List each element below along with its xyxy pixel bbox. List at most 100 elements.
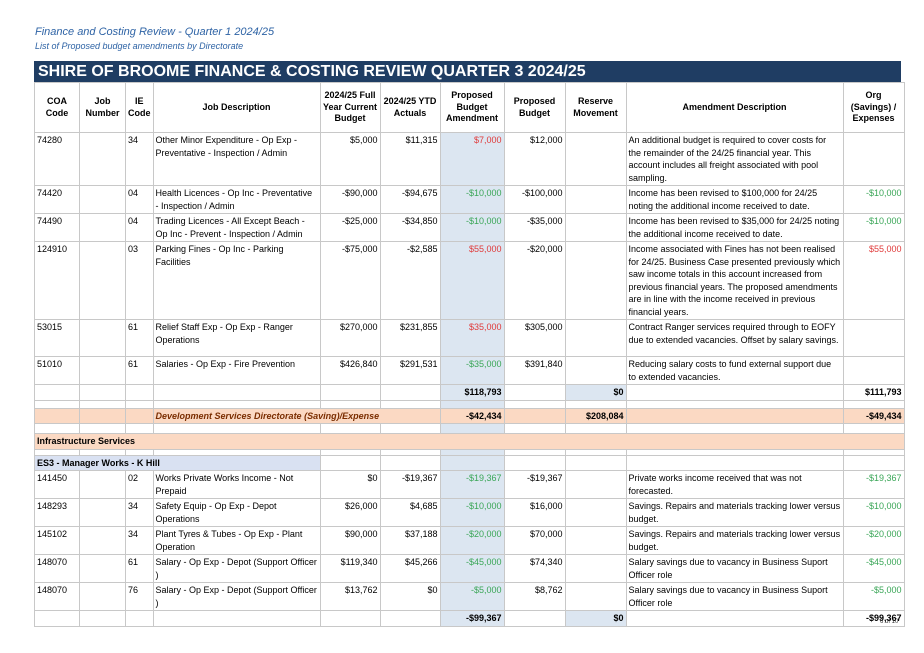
reserve-movement-cell <box>564 498 627 527</box>
col-org-savings: Org (Savings) / Expenses <box>842 82 905 133</box>
reserve-movement-cell <box>564 356 627 385</box>
empty-cell <box>842 423 905 434</box>
col-proposed-amendment: Proposed Budget Amendment <box>439 82 505 133</box>
proposed-budget-cell: -$19,367 <box>503 470 566 499</box>
ytd-actuals-cell: $291,531 <box>379 356 441 385</box>
section-header-row: Infrastructure Services <box>34 433 905 450</box>
org-savings-cell: -$45,000 <box>842 554 905 583</box>
full-year-budget-cell: $26,000 <box>319 498 381 527</box>
reserve-movement-cell <box>564 554 627 583</box>
empty-cell <box>125 399 154 409</box>
ie-code-cell: 04 <box>125 185 154 214</box>
job-description-cell: Trading Licences - All Except Beach - Op… <box>152 213 321 242</box>
ie-code-cell: 02 <box>125 470 154 499</box>
ie-code-cell: 76 <box>125 582 154 611</box>
empty-cell <box>152 384 321 401</box>
summary-org-savings: -$49,434 <box>842 407 905 424</box>
subsection-header-row: ES3 - Manager Works - K Hill <box>34 454 905 471</box>
job-description-cell: Parking Fines - Op Inc - Parking Facilit… <box>152 241 321 320</box>
empty-cell <box>439 454 505 471</box>
empty-cell <box>842 454 905 471</box>
proposed-budget-cell: $74,340 <box>503 554 566 583</box>
reserve-movement-cell <box>564 319 627 357</box>
amendment-description-cell: Savings. Repairs and materials tracking … <box>625 498 844 527</box>
proposed-amendment-cell: $7,000 <box>439 132 505 186</box>
budget-table: COA Code Job Number IE Code Job Descript… <box>34 82 905 627</box>
ytd-actuals-cell: $37,188 <box>379 526 441 555</box>
proposed-amendment-cell: -$10,000 <box>439 213 505 242</box>
section-title: Infrastructure Services <box>34 433 905 450</box>
coa-code-cell: 148070 <box>34 554 80 583</box>
job-description-cell: Salary - Op Exp - Depot (Support Officer… <box>152 554 321 583</box>
coa-code-cell: 124910 <box>34 241 80 320</box>
job-description-cell: Salaries - Op Exp - Fire Prevention <box>152 356 321 385</box>
job-number-cell <box>79 185 126 214</box>
table-row: 145102 34 Plant Tyres & Tubes - Op Exp - P… <box>34 526 905 555</box>
document-subtitle: List of Proposed budget amendments by Di… <box>35 41 244 51</box>
ie-code-cell: 34 <box>125 132 154 186</box>
full-year-budget-cell: $5,000 <box>319 132 381 186</box>
empty-cell <box>564 454 627 471</box>
job-description-cell: Safety Equip - Op Exp - Depot Operations <box>152 498 321 527</box>
amendment-description-cell: Salary savings due to vacancy in Busines… <box>625 554 844 583</box>
empty-cell <box>125 384 154 401</box>
empty-cell <box>79 399 126 409</box>
empty-cell <box>503 454 566 471</box>
job-number-cell <box>79 470 126 499</box>
proposed-budget-cell: $391,840 <box>503 356 566 385</box>
org-savings-cell: -$20,000 <box>842 526 905 555</box>
empty-cell <box>319 384 381 401</box>
coa-code-cell: 74280 <box>34 132 80 186</box>
empty-cell <box>34 423 80 434</box>
summary-cell <box>625 407 844 424</box>
table-row: 148293 34 Safety Equip - Op Exp - Depot Op… <box>34 498 905 527</box>
table-row: 51010 61 Salaries - Op Exp - Fire Preventi… <box>34 356 905 385</box>
reserve-movement-cell <box>564 470 627 499</box>
report-banner: SHIRE OF BROOME FINANCE & COSTING REVIEW… <box>34 61 901 82</box>
job-description-cell: Health Licences - Op Inc - Preventative … <box>152 185 321 214</box>
subsection-title: ES3 - Manager Works - K Hill <box>34 454 321 471</box>
proposed-amendment-cell: -$10,000 <box>439 498 505 527</box>
ie-code-cell: 61 <box>125 319 154 357</box>
org-savings-cell <box>842 132 905 186</box>
job-number-cell <box>79 582 126 611</box>
table-row: 74280 34 Other Minor Expenditure - Op Exp … <box>34 132 905 186</box>
empty-cell <box>625 610 844 627</box>
proposed-budget-cell: $305,000 <box>503 319 566 357</box>
empty-cell <box>503 384 566 401</box>
ie-code-cell: 03 <box>125 241 154 320</box>
summary-cell <box>34 407 80 424</box>
ie-code-cell: 34 <box>125 526 154 555</box>
reserve-movement-cell <box>564 526 627 555</box>
org-savings-cell: -$10,000 <box>842 498 905 527</box>
col-ie-code: IE Code <box>125 82 154 133</box>
ie-code-cell: 04 <box>125 213 154 242</box>
job-number-cell <box>79 356 126 385</box>
column-header-row: COA Code Job Number IE Code Job Descript… <box>34 82 905 133</box>
proposed-amendment-cell: -$10,000 <box>439 185 505 214</box>
table-row: 148070 61 Salary - Op Exp - Depot (Support… <box>34 554 905 583</box>
table-row: 74420 04 Health Licences - Op Inc - Preven… <box>34 185 905 214</box>
empty-cell <box>152 610 321 627</box>
table-row: 53015 61 Relief Staff Exp - Op Exp - Range… <box>34 319 905 357</box>
coa-code-cell: 141450 <box>34 470 80 499</box>
amendment-description-cell: Savings. Repairs and materials tracking … <box>625 526 844 555</box>
full-year-budget-cell: $119,340 <box>319 554 381 583</box>
empty-cell <box>439 399 505 409</box>
table-row: 124910 03 Parking Fines - Op Inc - Parking… <box>34 241 905 320</box>
empty-cell <box>79 610 126 627</box>
ytd-actuals-cell: -$94,675 <box>379 185 441 214</box>
page-number: 6 of 10 <box>880 619 899 625</box>
ytd-actuals-cell: $11,315 <box>379 132 441 186</box>
amendment-description-cell: Salary savings due to vacancy in Busines… <box>625 582 844 611</box>
empty-cell <box>564 423 627 434</box>
empty-cell <box>125 423 154 434</box>
full-year-budget-cell: -$25,000 <box>319 213 381 242</box>
reserve-movement-cell <box>564 132 627 186</box>
empty-cell <box>319 454 381 471</box>
empty-cell <box>379 454 441 471</box>
table-row: 141450 02 Works Private Works Income - Not… <box>34 470 905 499</box>
proposed-budget-cell: -$20,000 <box>503 241 566 320</box>
empty-cell <box>503 399 566 409</box>
empty-cell <box>125 610 154 627</box>
